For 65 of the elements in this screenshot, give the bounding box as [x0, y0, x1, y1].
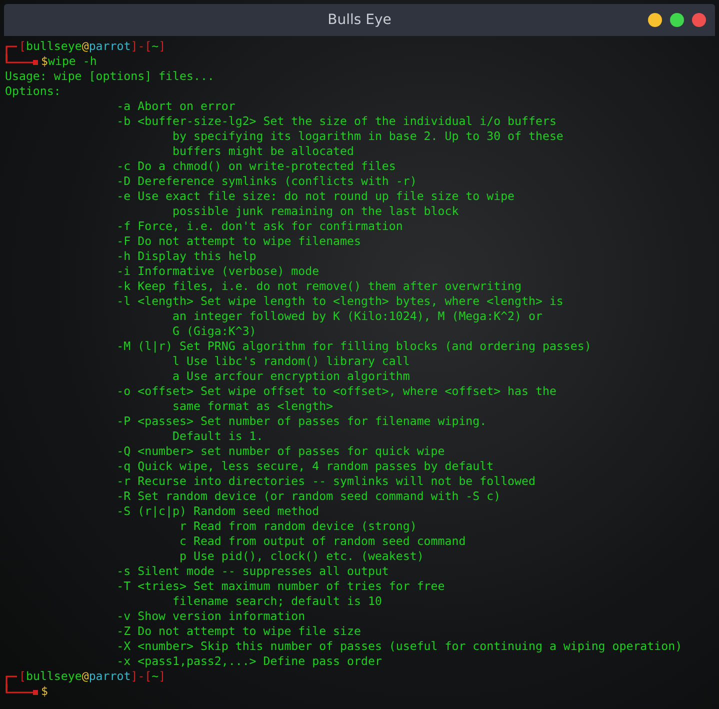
prompt-text: ~ — [152, 669, 159, 684]
prompt-text: - — [138, 669, 145, 684]
output-line: -o <offset> Set wipe offset to <offset>, where <offset> has the — [116, 384, 558, 399]
output-line: c Read from output of random seed command — [178, 534, 467, 549]
output-line: possible junk remaining on the last block — [172, 204, 460, 219]
output-line: l Use libc's random() library call — [172, 354, 411, 369]
output-line: -f Force, i.e. don't ask for confirmation — [116, 219, 404, 234]
output-line: -Z Do not attempt to wipe file size — [116, 624, 362, 639]
output-line: -Q <number> set number of passes for quick wipe — [116, 444, 446, 459]
prompt-text: [ — [144, 39, 152, 54]
prompt-text: [ — [144, 669, 152, 684]
command-text: wipe -h — [48, 54, 97, 69]
output-line: -R Set random device (or random seed command with -S c) — [116, 489, 502, 504]
output-line: -S (r|c|p) Random seed method — [116, 504, 320, 519]
window-title: Bulls Eye — [328, 12, 392, 28]
prompt-text: ] — [158, 669, 166, 684]
output-line: -b <buffer-size-lg2> Set the size of the individual i/o buffers — [116, 114, 558, 129]
maximize-button[interactable] — [670, 13, 684, 27]
output-line: -D Dereference symlinks (conflicts with -r) — [116, 174, 418, 189]
prompt-text: bullseye — [26, 39, 82, 54]
output-line: Default is 1. — [172, 429, 264, 444]
prompt-text: parrot — [88, 39, 131, 54]
output-line: -k Keep files, i.e. do not remove() them after overwriting — [116, 279, 523, 294]
output-line: -l <length> Set wipe length to <length> bytes, where <length> is — [116, 294, 564, 309]
output-line: -M (l|r) Set PRNG algorithm for filling blocks (and ordering passes) — [116, 339, 592, 354]
output-line: r Read from random device (strong) — [178, 519, 418, 534]
output-line: -X <number> Skip this number of passes (useful for continuing a wiping operation) — [116, 639, 684, 654]
prompt-symbol: $ — [41, 684, 48, 699]
output-line: -F Do not attempt to wipe filenames — [116, 234, 362, 249]
output-line: -s Silent mode -- suppresses all output — [116, 564, 390, 579]
prompt-text: @ — [82, 39, 89, 54]
output-line: an integer followed by K (Kilo:1024), M (Mega:K^2) or — [172, 309, 544, 324]
prompt-text: [ — [19, 39, 26, 54]
output-line: Options: — [5, 84, 62, 99]
output-line: -i Informative (verbose) mode — [116, 264, 320, 279]
prompt-text: ] — [130, 39, 138, 54]
output-line: -a Abort on error — [116, 99, 236, 114]
output-line: -x <pass1,pass2,...> Define pass order — [116, 654, 383, 669]
prompt-text: [ — [19, 669, 26, 684]
prompt-text: ] — [158, 39, 166, 54]
output-line: -h Display this help — [116, 249, 258, 264]
prompt-text: ~ — [152, 39, 159, 54]
prompt-text: bullseye — [26, 669, 82, 684]
close-button[interactable] — [692, 13, 706, 27]
output-line: -P <passes> Set number of passes for filename wiping. — [116, 414, 488, 429]
output-line: filename search; default is 10 — [172, 594, 383, 609]
minimize-button[interactable] — [648, 13, 662, 27]
output-line: -v Show version information — [116, 609, 306, 624]
output-line: Usage: wipe [options] files... — [5, 69, 216, 84]
prompt-text: @ — [82, 669, 89, 684]
output-line: buffers might be allocated — [172, 144, 356, 159]
output-line: -r Recurse into directories -- symlinks will not be followed — [116, 474, 536, 489]
output-line: -T <tries> Set maximum number of tries for free — [116, 579, 446, 594]
output-line: -e Use exact file size: do not round up file size to wipe — [116, 189, 516, 204]
prompt-text: parrot — [88, 669, 131, 684]
output-line: by specifying its logarithm in base 2. Up to 30 of these — [172, 129, 564, 144]
output-line: -q Quick wipe, less secure, 4 random passes by default — [116, 459, 495, 474]
prompt-symbol: $ — [41, 54, 48, 69]
output-line: a Use arcfour encryption algorithm — [172, 369, 411, 384]
output-line: -c Do a chmod() on write-protected files — [116, 159, 397, 174]
output-line: same format as <length> — [172, 399, 334, 414]
prompt-text: ] — [130, 669, 138, 684]
output-line: G (Giga:K^3) — [172, 324, 258, 339]
output-line: p Use pid(), clock() etc. (weakest) — [178, 549, 425, 564]
prompt-text: - — [138, 39, 145, 54]
